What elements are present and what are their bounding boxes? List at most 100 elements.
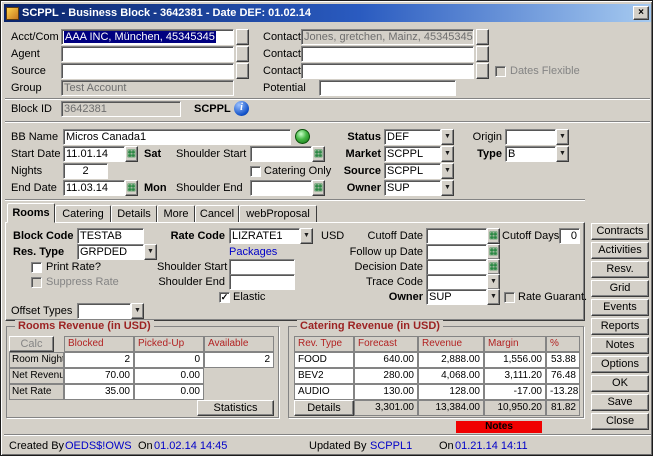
shoulder-start-calendar-icon[interactable]: ▦ [312,146,325,162]
decision-date-field[interactable] [426,259,487,275]
owner2-dropdown-icon[interactable]: ▼ [487,289,500,305]
shoulder-end2-field[interactable] [229,274,295,290]
type-dropdown-icon[interactable]: ▼ [556,146,569,162]
res-type-field[interactable]: GRPDED [77,244,144,260]
contact3-field[interactable] [301,63,474,79]
tab-details[interactable]: Details [111,205,157,223]
print-rate-checkbox[interactable] [31,262,42,273]
close-button[interactable]: Close [591,413,649,430]
resv-button[interactable]: Resv. [591,261,649,278]
block-id-field[interactable]: 3642381 [61,101,181,117]
potential-field[interactable] [319,80,456,96]
origin-dropdown-icon[interactable]: ▼ [556,129,569,145]
trace-code-label: Trace Code [348,274,423,290]
status-dropdown-icon[interactable]: ▼ [441,129,454,145]
contact1-field[interactable]: Jones, gretchen, Mainz, 45345345 [301,29,474,45]
cutoff-date-calendar-icon[interactable]: ▦ [487,228,500,244]
bb-name-field[interactable]: Micros Canada1 [63,129,291,145]
ok-button[interactable]: OK [591,375,649,392]
end-date-field[interactable]: 11.03.14 [63,180,125,196]
contact3-lookup-button[interactable] [476,63,489,79]
contact2-field[interactable] [301,46,474,62]
source-lookup-button[interactable] [236,63,249,79]
rate-guarant-checkbox[interactable] [504,292,515,303]
info-icon[interactable]: i [234,101,249,116]
rate-code-dropdown-icon[interactable]: ▼ [300,228,313,244]
table-cell: 1,556.00 [484,352,546,368]
market-field[interactable]: SCPPL [384,146,441,162]
notes-alert: Notes [456,421,542,433]
packages-link[interactable]: Packages [229,244,277,260]
tab-more[interactable]: More [157,205,195,223]
shoulder-start-field[interactable] [250,146,312,162]
catering-only-checkbox[interactable] [250,166,261,177]
statistics-button[interactable]: Statistics [197,400,274,416]
elastic-checkbox[interactable]: ✓ [219,292,230,303]
grid-button[interactable]: Grid [591,280,649,297]
agent-field[interactable] [61,46,234,62]
trace-code-field[interactable] [426,274,487,290]
window-title: SCPPL - Business Block - 3642381 - Date … [22,7,311,19]
start-date-field[interactable]: 11.01.14 [63,146,125,162]
agent-lookup-button[interactable] [236,46,249,62]
market-dropdown-icon[interactable]: ▼ [441,146,454,162]
calc-button[interactable]: Calc [9,336,54,352]
close-icon[interactable]: × [633,6,649,20]
offset-types-dropdown-icon[interactable]: ▼ [131,303,144,319]
globe-icon[interactable] [295,129,310,144]
follow-up-date-field[interactable] [426,244,487,260]
end-date-calendar-icon[interactable]: ▦ [125,180,138,196]
origin-field[interactable] [505,129,556,145]
rate-code-field[interactable]: LIZRATE1 [229,228,300,244]
type-field[interactable]: B [505,146,556,162]
start-date-calendar-icon[interactable]: ▦ [125,146,138,162]
tab-cancel[interactable]: Cancel [195,205,239,223]
source2-field[interactable]: SCPPL [384,163,441,179]
tab-webproposal[interactable]: webProposal [239,205,317,223]
source-dropdown-icon[interactable]: ▼ [441,163,454,179]
total-cell: 10,950.20 [484,400,546,416]
contact1-lookup-button[interactable] [476,29,489,45]
decision-date-calendar-icon[interactable]: ▦ [487,259,500,275]
shoulder-end-calendar-icon[interactable]: ▦ [312,180,325,196]
group-field[interactable]: Test Account [61,80,234,96]
offset-types-field[interactable] [77,303,131,319]
start-day-label: Sat [144,146,161,162]
acct-com-field[interactable]: AAA INC, München, 45345345 [61,29,234,45]
trace-code-dropdown-icon[interactable]: ▼ [487,274,500,290]
status-field[interactable]: DEF [384,129,441,145]
acct-com-lookup-button[interactable] [236,29,249,45]
shoulder-end-field[interactable] [250,180,312,196]
dates-flexible-label: Dates Flexible [510,63,580,79]
table-cell: 3,111.20 [484,368,546,384]
notes-button[interactable]: Notes [591,337,649,354]
follow-up-calendar-icon[interactable]: ▦ [487,244,500,260]
tab-rooms[interactable]: Rooms [7,203,55,223]
shoulder-end-label: Shoulder End [176,180,243,196]
app-icon [6,7,19,20]
reports-button[interactable]: Reports [591,318,649,335]
res-type-dropdown-icon[interactable]: ▼ [144,244,157,260]
dates-flexible-checkbox[interactable] [495,66,506,77]
shoulder-start2-field[interactable] [229,259,295,275]
events-button[interactable]: Events [591,299,649,316]
save-button[interactable]: Save [591,394,649,411]
separator [5,199,585,201]
contact2-lookup-button[interactable] [476,46,489,62]
nights-field[interactable]: 2 [63,163,108,179]
suppress-rate-checkbox[interactable] [31,277,42,288]
owner-field[interactable]: SUP [384,180,441,196]
cutoff-date-field[interactable] [426,228,487,244]
details-button[interactable]: Details [294,400,354,416]
options-button[interactable]: Options [591,356,649,373]
owner2-field[interactable]: SUP [426,289,487,305]
source-field[interactable] [61,63,234,79]
tab-catering[interactable]: Catering [55,205,111,223]
cutoff-days-field[interactable]: 0 [559,228,580,244]
activities-button[interactable]: Activities [591,242,649,259]
owner-dropdown-icon[interactable]: ▼ [441,180,454,196]
contracts-button[interactable]: Contracts [591,223,649,240]
table-cell: 2 [64,352,134,368]
shoulder-end2-label: Shoulder End [157,274,225,290]
block-code-field[interactable]: TESTAB [77,228,144,244]
